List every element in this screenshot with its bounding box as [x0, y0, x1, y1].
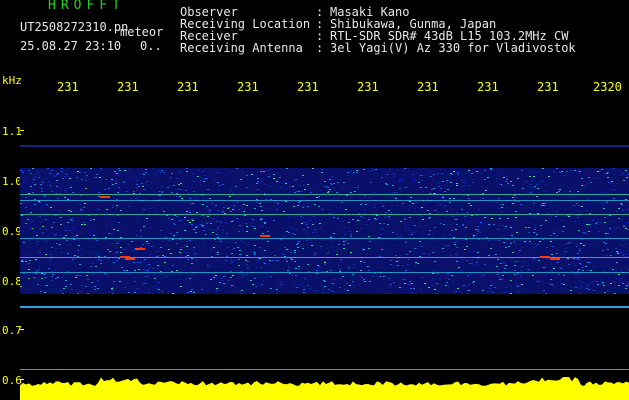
signal-hotspot	[550, 258, 560, 260]
x-tick-label: 231	[177, 80, 199, 94]
signal-hotspot	[120, 256, 130, 258]
x-tick-label: 231	[237, 80, 259, 94]
file-name: UT2508272310.pn	[20, 20, 129, 34]
x-tick-label: 2320	[593, 80, 622, 94]
y-tick-label: 0.9	[2, 225, 22, 238]
timestamp: 25.08.27 23:10	[20, 39, 122, 53]
reference-line	[20, 306, 629, 308]
y-tick-mark	[20, 130, 24, 131]
info-value-antenna: 3el Yagi(V) Az 330 for Vladivostok	[330, 41, 576, 55]
info-key-antenna: Receiving Antenna	[180, 41, 303, 55]
counter-value: 0..	[140, 39, 162, 53]
carrier-line	[20, 257, 629, 258]
signal-hotspot	[260, 235, 270, 237]
y-tick-label: 0.6	[2, 374, 22, 387]
y-axis-unit: kHz	[2, 74, 22, 87]
y-tick-mark	[20, 379, 24, 380]
y-tick-mark	[20, 329, 24, 330]
carrier-line	[20, 272, 629, 273]
baseline-line	[20, 369, 629, 370]
x-tick-label: 231	[57, 80, 79, 94]
x-tick-label: 231	[537, 80, 559, 94]
signal-hotspot	[540, 256, 550, 258]
y-tick-label: 0.7	[2, 324, 22, 337]
y-tick-label: 0.8	[2, 275, 22, 288]
y-tick-label: 1.0	[2, 175, 22, 188]
x-tick-label: 231	[477, 80, 499, 94]
x-tick-label: 231	[297, 80, 319, 94]
x-tick-label: 231	[357, 80, 379, 94]
band-edge-line	[20, 145, 629, 147]
spectrogram-plot	[20, 130, 629, 400]
carrier-line	[20, 200, 629, 201]
app-brand: HROFFT	[48, 0, 125, 13]
signal-hotspot	[135, 248, 145, 250]
carrier-line	[20, 194, 629, 195]
carrier-line	[20, 214, 629, 215]
y-tick-label: 1.1	[2, 125, 22, 138]
histogram-bars	[20, 377, 629, 400]
info-colon: :	[316, 41, 324, 55]
carrier-line	[20, 238, 629, 239]
mode-label: meteor	[120, 25, 164, 39]
x-tick-label: 231	[117, 80, 139, 94]
x-tick-label: 231	[417, 80, 439, 94]
signal-hotspot	[100, 196, 110, 198]
signal-hotspot	[125, 258, 135, 260]
